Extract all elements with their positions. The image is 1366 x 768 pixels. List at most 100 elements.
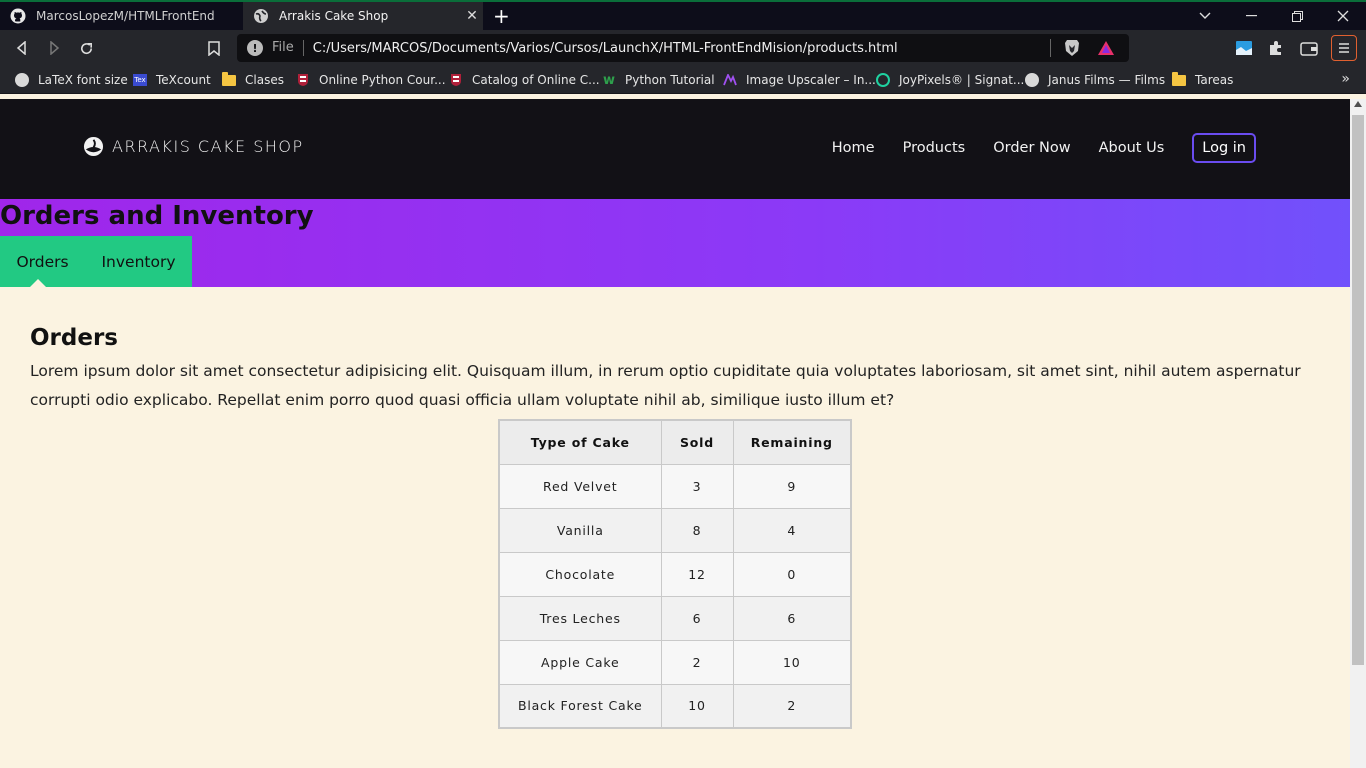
cell-sold: 12 <box>660 551 734 597</box>
folder-icon <box>222 71 236 87</box>
globe-icon <box>15 73 29 87</box>
bookmark-label: Clases <box>245 73 284 87</box>
close-window-button[interactable] <box>1320 2 1366 30</box>
globe-icon <box>1025 73 1039 87</box>
cell-remaining: 0 <box>732 551 852 597</box>
table-row: Red Velvet 3 9 <box>498 463 852 509</box>
page-scrollbar[interactable] <box>1350 99 1366 768</box>
orders-banner: Orders and Inventory Orders Inventory <box>0 199 1350 287</box>
table-row: Black Forest Cake 10 2 <box>498 683 852 729</box>
header-remaining: Remaining <box>732 419 852 465</box>
bookmark-label: Online Python Cour... <box>319 73 446 87</box>
site-header: ARRAKIS CAKE SHOP Home Products Order No… <box>0 99 1350 199</box>
github-icon <box>10 8 26 24</box>
browser-tab-github[interactable]: MarcosLopezM/HTMLFrontEnd <box>0 2 242 30</box>
divider <box>1050 39 1051 57</box>
tab-title: Arrakis Cake Shop <box>279 9 389 23</box>
page-viewport: ARRAKIS CAKE SHOP Home Products Order No… <box>0 99 1350 768</box>
site-nav: Home Products Order Now About Us Log in <box>804 133 1256 163</box>
joypixels-icon <box>876 73 890 87</box>
cell-remaining: 2 <box>732 683 852 729</box>
wallet-icon[interactable] <box>1298 38 1320 58</box>
close-tab-icon[interactable]: ✕ <box>461 8 483 24</box>
table-row: Tres Leches 6 6 <box>498 595 852 641</box>
extensions-puzzle-icon[interactable] <box>1265 38 1287 58</box>
cell-cake: Black Forest Cake <box>498 683 662 729</box>
bookmark-joypixels[interactable]: JoyPixels® | Signat... <box>876 72 1024 88</box>
back-button[interactable] <box>12 38 32 58</box>
bookmark-texcount[interactable]: Tex TeXcount <box>133 72 211 88</box>
browser-tab-active[interactable]: Arrakis Cake Shop ✕ <box>243 2 483 30</box>
section-tabs: Orders Inventory <box>0 236 192 287</box>
browser-toolbar: ! File C:/Users/MARCOS/Documents/Varios/… <box>0 30 1366 66</box>
texcount-icon: Tex <box>133 74 147 86</box>
bookmark-latex-font-size[interactable]: LaTeX font size <box>15 72 128 88</box>
scroll-up-arrow-icon[interactable] <box>1354 101 1362 107</box>
bookmark-icon[interactable] <box>204 38 224 58</box>
bookmark-online-python[interactable]: Online Python Cour... <box>296 72 446 88</box>
brave-shields-icon[interactable] <box>1061 38 1083 58</box>
cell-sold: 3 <box>660 463 734 509</box>
menu-icon[interactable] <box>1331 35 1357 61</box>
cell-cake: Red Velvet <box>498 463 662 509</box>
table-row: Vanilla 8 4 <box>498 507 852 553</box>
section-heading: Orders <box>30 325 118 351</box>
more-bookmarks-button[interactable]: » <box>1341 71 1350 87</box>
harvard-icon <box>296 73 310 87</box>
bookmark-label: Tareas <box>1195 73 1234 87</box>
bookmark-label: TeXcount <box>156 73 211 87</box>
cell-remaining: 6 <box>732 595 852 641</box>
bookmark-label: JoyPixels® | Signat... <box>899 73 1025 87</box>
bookmark-image-upscaler[interactable]: Image Upscaler – In... <box>723 72 876 88</box>
restore-button[interactable] <box>1274 2 1320 30</box>
bookmark-clases[interactable]: Clases <box>222 71 284 88</box>
new-tab-button[interactable]: + <box>493 5 510 27</box>
brave-rewards-icon[interactable] <box>1095 38 1117 58</box>
nav-about-us[interactable]: About Us <box>1099 140 1165 156</box>
nav-products[interactable]: Products <box>903 140 966 156</box>
bookmark-label: Catalog of Online C... <box>472 73 600 87</box>
cell-cake: Apple Cake <box>498 639 662 685</box>
header-sold: Sold <box>660 419 734 465</box>
bookmark-tareas[interactable]: Tareas <box>1172 71 1234 88</box>
info-icon[interactable]: ! <box>247 40 263 56</box>
nav-order-now[interactable]: Order Now <box>993 140 1070 156</box>
url-text[interactable]: C:/Users/MARCOS/Documents/Varios/Cursos/… <box>313 41 1050 56</box>
bookmark-label: Python Tutorial <box>625 73 715 87</box>
reload-button[interactable] <box>76 38 96 58</box>
bookmark-janus-films[interactable]: Janus Films — Films <box>1025 72 1165 88</box>
cell-remaining: 9 <box>732 463 852 509</box>
section-paragraph: Lorem ipsum dolor sit amet consectetur a… <box>30 362 1301 409</box>
tab-title: MarcosLopezM/HTMLFrontEnd <box>36 9 215 23</box>
cell-cake: Chocolate <box>498 551 662 597</box>
address-bar[interactable]: ! File C:/Users/MARCOS/Documents/Varios/… <box>237 34 1129 62</box>
table-header-row: Type of Cake Sold Remaining <box>498 419 852 465</box>
bookmark-label: Janus Films — Films <box>1048 73 1166 87</box>
cell-sold: 2 <box>660 639 734 685</box>
browser-tabstrip: MarcosLopezM/HTMLFrontEnd Arrakis Cake S… <box>0 0 1366 30</box>
cell-remaining: 10 <box>732 639 852 685</box>
page-title: Orders and Inventory <box>0 201 314 231</box>
tab-inventory[interactable]: Inventory <box>85 236 192 287</box>
login-button[interactable]: Log in <box>1192 133 1256 163</box>
table-row: Apple Cake 2 10 <box>498 639 852 685</box>
site-logo[interactable]: ARRAKIS CAKE SHOP <box>83 136 304 157</box>
minimize-button[interactable] <box>1228 2 1274 30</box>
bookmark-label: LaTeX font size <box>38 73 128 87</box>
nav-home[interactable]: Home <box>832 140 875 156</box>
scrollbar-thumb[interactable] <box>1352 115 1364 665</box>
cell-sold: 6 <box>660 595 734 641</box>
orders-table: Type of Cake Sold Remaining Red Velvet 3… <box>498 419 852 729</box>
tab-orders[interactable]: Orders <box>0 236 85 287</box>
folder-icon <box>1172 71 1186 87</box>
bookmark-catalog-online[interactable]: Catalog of Online C... <box>449 72 600 88</box>
tab-search-icon[interactable] <box>1182 2 1228 30</box>
globe-icon <box>253 8 269 24</box>
extension-screen-icon[interactable] <box>1233 38 1255 58</box>
bookmarks-bar: LaTeX font size Tex TeXcount Clases Onli… <box>0 66 1366 94</box>
table-row: Chocolate 12 0 <box>498 551 852 597</box>
cell-remaining: 4 <box>732 507 852 553</box>
forward-button[interactable] <box>44 38 64 58</box>
bookmark-python-tutorial[interactable]: w Python Tutorial <box>602 72 715 88</box>
logo-text: ARRAKIS CAKE SHOP <box>112 137 304 156</box>
